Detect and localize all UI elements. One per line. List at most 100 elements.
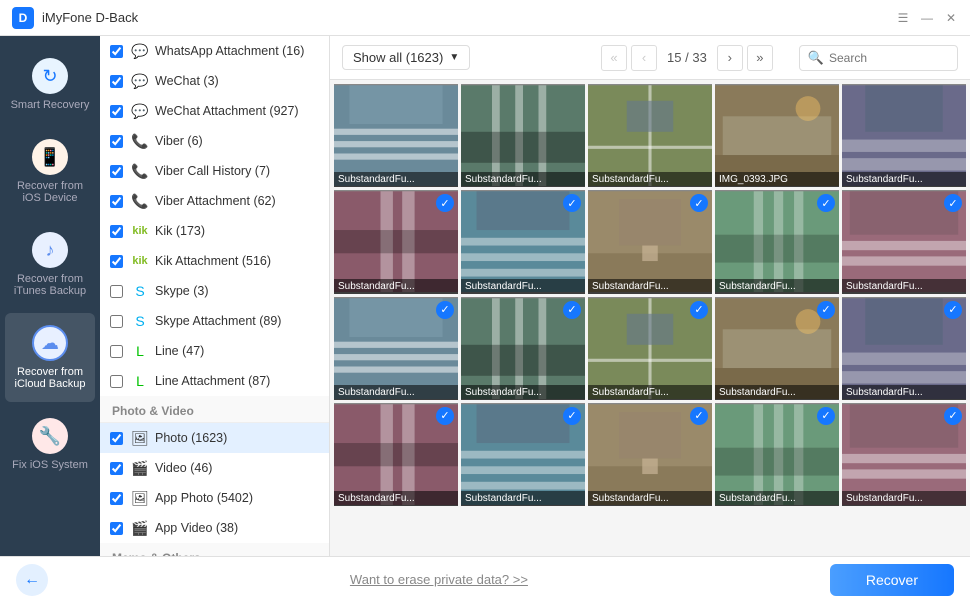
check-badge-16: ✓ bbox=[436, 407, 454, 425]
list-item-kik[interactable]: kik Kik (173) bbox=[100, 216, 329, 246]
photo-label-18: SubstandardFu... bbox=[588, 491, 712, 506]
list-item-wechat[interactable]: 💬 WeChat (3) bbox=[100, 66, 329, 96]
last-page-button[interactable]: » bbox=[747, 45, 773, 71]
sidebar: ↻ Smart Recovery 📱 Recover from iOS Devi… bbox=[0, 36, 100, 556]
list-item-whatsapp-attachment[interactable]: 💬 WhatsApp Attachment (16) bbox=[100, 36, 329, 66]
checkbox-whatsapp-attachment[interactable] bbox=[110, 45, 123, 58]
photo-thumb-5[interactable]: SubstandardFu... bbox=[842, 84, 966, 187]
photo-thumb-6[interactable]: SubstandardFu...✓ bbox=[334, 190, 458, 293]
sidebar-item-fix-ios[interactable]: 🔧 Fix iOS System bbox=[5, 406, 95, 483]
first-page-button[interactable]: « bbox=[601, 45, 627, 71]
viber-icon: 📞 bbox=[131, 132, 149, 150]
app-photo-icon: 🖼 bbox=[131, 489, 149, 507]
check-badge-12: ✓ bbox=[563, 301, 581, 319]
sidebar-item-label-ios: Recover from iOS Device bbox=[10, 180, 90, 204]
check-badge-15: ✓ bbox=[944, 301, 962, 319]
list-item-viber-attachment[interactable]: 📞 Viber Attachment (62) bbox=[100, 186, 329, 216]
photo-thumb-19[interactable]: SubstandardFu...✓ bbox=[715, 403, 839, 506]
photo-thumb-11[interactable]: SubstandardFu...✓ bbox=[334, 297, 458, 400]
photo-thumb-17[interactable]: SubstandardFu... ✓ bbox=[461, 403, 585, 506]
checkbox-line[interactable] bbox=[110, 345, 123, 358]
photo-thumb-3[interactable]: SubstandardFu... bbox=[588, 84, 712, 187]
list-item-line[interactable]: L Line (47) bbox=[100, 336, 329, 366]
checkbox-kik-attachment[interactable] bbox=[110, 255, 123, 268]
sidebar-item-recover-itunes[interactable]: ♪ Recover from iTunes Backup bbox=[5, 220, 95, 309]
photo-label-16: SubstandardFu... bbox=[334, 491, 458, 506]
checkbox-skype[interactable] bbox=[110, 285, 123, 298]
photo-label-13: SubstandardFu... bbox=[588, 385, 712, 400]
content-toolbar: Show all (1623) ▼ « ‹ 15 / 33 › » 🔍 bbox=[330, 36, 970, 80]
app-title: iMyFone D-Back bbox=[42, 10, 896, 25]
list-item-app-video[interactable]: 🎬 App Video (38) bbox=[100, 513, 329, 543]
sidebar-item-recover-icloud[interactable]: ☁ Recover from iCloud Backup bbox=[5, 313, 95, 402]
video-icon: 🎬 bbox=[131, 459, 149, 477]
list-item-app-photo[interactable]: 🖼 App Photo (5402) bbox=[100, 483, 329, 513]
checkbox-photo[interactable] bbox=[110, 432, 123, 445]
recover-icloud-icon: ☁ bbox=[32, 325, 68, 361]
chevron-down-icon: ▼ bbox=[449, 52, 459, 63]
photo-label-14: SubstandardFu... bbox=[715, 385, 839, 400]
photo-thumb-15[interactable]: SubstandardFu...✓ bbox=[842, 297, 966, 400]
content-panel: Show all (1623) ▼ « ‹ 15 / 33 › » 🔍 Subs… bbox=[330, 36, 970, 556]
erase-private-link[interactable]: Want to erase private data? >> bbox=[48, 572, 830, 587]
sidebar-item-label-itunes: Recover from iTunes Backup bbox=[10, 273, 90, 297]
checkbox-app-photo[interactable] bbox=[110, 492, 123, 505]
close-button[interactable]: ✕ bbox=[944, 11, 958, 25]
photo-icon: 🖼 bbox=[131, 429, 149, 447]
checkbox-viber[interactable] bbox=[110, 135, 123, 148]
list-item-viber-call[interactable]: 📞 Viber Call History (7) bbox=[100, 156, 329, 186]
list-item-skype[interactable]: S Skype (3) bbox=[100, 276, 329, 306]
photo-thumb-18[interactable]: SubstandardFu...✓ bbox=[588, 403, 712, 506]
photo-label-8: SubstandardFu... bbox=[588, 279, 712, 294]
line-attach-icon: L bbox=[131, 372, 149, 390]
kik-icon: kik bbox=[131, 222, 149, 240]
photo-thumb-20[interactable]: SubstandardFu...✓ bbox=[842, 403, 966, 506]
app-video-icon: 🎬 bbox=[131, 519, 149, 537]
list-item-kik-attachment[interactable]: kik Kik Attachment (516) bbox=[100, 246, 329, 276]
photo-thumb-14[interactable]: SubstandardFu...✓ bbox=[715, 297, 839, 400]
photo-label-17: SubstandardFu... bbox=[461, 491, 585, 506]
sidebar-item-recover-ios[interactable]: 📱 Recover from iOS Device bbox=[5, 127, 95, 216]
next-page-button[interactable]: › bbox=[717, 45, 743, 71]
photo-thumb-12[interactable]: SubstandardFu...✓ bbox=[461, 297, 585, 400]
checkbox-kik[interactable] bbox=[110, 225, 123, 238]
checkbox-wechat-attachment[interactable] bbox=[110, 105, 123, 118]
sidebar-item-smart-recovery[interactable]: ↻ Smart Recovery bbox=[5, 46, 95, 123]
photo-thumb-4[interactable]: IMG_0393.JPG bbox=[715, 84, 839, 187]
photo-thumb-8[interactable]: SubstandardFu...✓ bbox=[588, 190, 712, 293]
show-all-dropdown[interactable]: Show all (1623) ▼ bbox=[342, 45, 470, 70]
checkbox-skype-attachment[interactable] bbox=[110, 315, 123, 328]
list-item-line-attachment[interactable]: L Line Attachment (87) bbox=[100, 366, 329, 396]
list-item-wechat-attachment[interactable]: 💬 WeChat Attachment (927) bbox=[100, 96, 329, 126]
check-badge-17: ✓ bbox=[563, 407, 581, 425]
kik-attach-icon: kik bbox=[131, 252, 149, 270]
fix-ios-icon: 🔧 bbox=[32, 418, 68, 454]
checkbox-viber-call[interactable] bbox=[110, 165, 123, 178]
list-item-video[interactable]: 🎬 Video (46) bbox=[100, 453, 329, 483]
search-box: 🔍 bbox=[799, 45, 958, 71]
photo-thumb-16[interactable]: SubstandardFu... ✓ bbox=[334, 403, 458, 506]
recover-button[interactable]: Recover bbox=[830, 564, 954, 596]
back-button[interactable]: ← bbox=[16, 564, 48, 596]
photo-thumb-9[interactable]: SubstandardFu...✓ bbox=[715, 190, 839, 293]
search-input[interactable] bbox=[829, 51, 949, 65]
checkbox-line-attachment[interactable] bbox=[110, 375, 123, 388]
prev-page-button[interactable]: ‹ bbox=[631, 45, 657, 71]
list-item-skype-attachment[interactable]: S Skype Attachment (89) bbox=[100, 306, 329, 336]
checkbox-wechat[interactable] bbox=[110, 75, 123, 88]
photo-thumb-10[interactable]: SubstandardFu...✓ bbox=[842, 190, 966, 293]
wechat-icon: 💬 bbox=[131, 72, 149, 90]
photo-thumb-7[interactable]: SubstandardFu...✓ bbox=[461, 190, 585, 293]
checkbox-viber-attachment[interactable] bbox=[110, 195, 123, 208]
photo-thumb-2[interactable]: SubstandardFu... bbox=[461, 84, 585, 187]
list-item-viber[interactable]: 📞 Viber (6) bbox=[100, 126, 329, 156]
checkbox-video[interactable] bbox=[110, 462, 123, 475]
check-badge-19: ✓ bbox=[817, 407, 835, 425]
checkbox-app-video[interactable] bbox=[110, 522, 123, 535]
photo-thumb-1[interactable]: SubstandardFu... bbox=[334, 84, 458, 187]
menu-button[interactable]: ☰ bbox=[896, 11, 910, 25]
photo-thumb-13[interactable]: SubstandardFu...✓ bbox=[588, 297, 712, 400]
minimize-button[interactable]: — bbox=[920, 11, 934, 25]
list-item-photo[interactable]: 🖼 Photo (1623) bbox=[100, 423, 329, 453]
line-icon: L bbox=[131, 342, 149, 360]
